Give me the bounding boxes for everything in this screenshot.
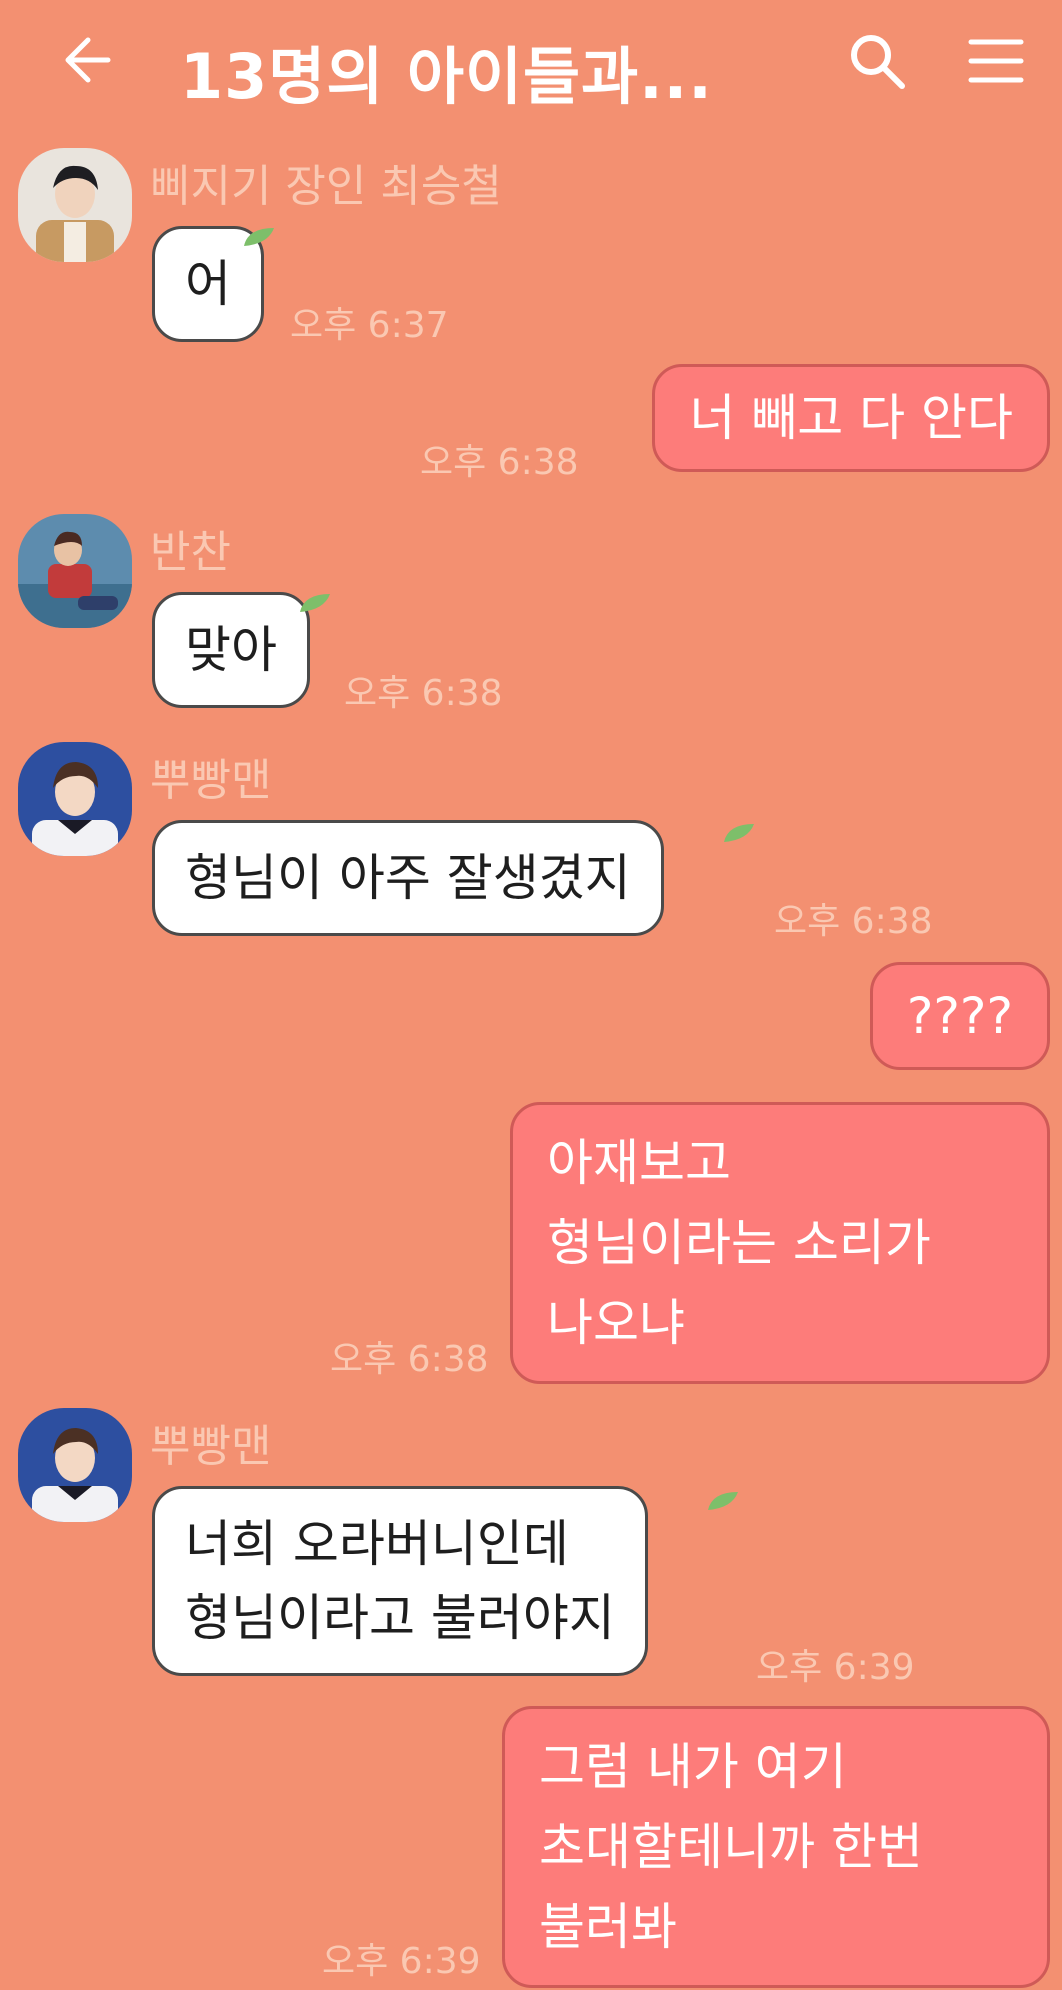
leaf-icon: [244, 228, 274, 246]
message-bubble[interactable]: 아재보고 형님이라는 소리가 나오냐: [510, 1102, 1050, 1384]
sender-name: 뿌빵맨: [150, 1421, 272, 1472]
message-text-line: 초대할테니까 한번: [539, 1818, 923, 1876]
message-text-line: 너희 오라버니인데: [185, 1515, 569, 1573]
menu-button[interactable]: [968, 36, 1024, 86]
message-text: 형님이 아주 잘생겼지: [185, 849, 631, 907]
message-bubble[interactable]: 그럼 내가 여기 초대할테니까 한번 불러봐: [502, 1706, 1050, 1988]
avatar[interactable]: [18, 148, 132, 262]
profile-photo: [18, 148, 132, 262]
avatar[interactable]: [18, 742, 132, 856]
message-text-line: 형님이라는 소리가: [547, 1214, 931, 1272]
avatar[interactable]: [18, 514, 132, 628]
message-bubble[interactable]: ????: [869, 962, 1050, 1070]
hamburger-menu-icon: [968, 39, 1024, 83]
message-text-line: 나오냐: [547, 1294, 685, 1352]
message-text-line: 아재보고: [547, 1134, 731, 1192]
message-time: 오후 6:37: [290, 305, 449, 346]
sender-name: 뿌빵맨: [150, 755, 272, 806]
profile-photo: [18, 1408, 132, 1522]
message-text: 어: [185, 255, 231, 313]
search-button[interactable]: [846, 30, 908, 92]
message-text-line: 그럼 내가 여기: [539, 1738, 847, 1796]
sender-name: 삐지기 장인 최승철: [150, 161, 502, 212]
leaf-icon: [724, 824, 754, 842]
message-time: 오후 6:38: [330, 1339, 489, 1380]
profile-photo: [18, 514, 132, 628]
message-bubble[interactable]: 형님이 아주 잘생겼지: [152, 820, 664, 936]
back-button[interactable]: [58, 30, 118, 90]
leaf-icon: [300, 594, 330, 612]
sender-name: 반찬: [150, 527, 231, 578]
message-text: ????: [906, 987, 1013, 1045]
message-text-line: 형님이라고 불러야지: [185, 1589, 615, 1647]
leaf-icon: [708, 1492, 738, 1510]
chat-header: 13명의 아이들과...: [0, 0, 1062, 130]
avatar[interactable]: [18, 1408, 132, 1522]
arrow-left-icon: [65, 37, 111, 83]
message-text: 너 빼고 다 안다: [689, 389, 1013, 447]
message-bubble[interactable]: 맞아: [152, 592, 310, 708]
message-text: 맞아: [185, 621, 277, 679]
search-icon: [851, 35, 905, 89]
message-time: 오후 6:39: [322, 1941, 481, 1982]
chat-room-title: 13명의 아이들과...: [180, 40, 713, 113]
message-time: 오후 6:38: [344, 673, 503, 714]
message-time: 오후 6:38: [420, 442, 579, 483]
message-bubble[interactable]: 너 빼고 다 안다: [652, 364, 1050, 472]
message-time: 오후 6:38: [774, 901, 933, 942]
message-text-line: 불러봐: [539, 1898, 677, 1956]
message-time: 오후 6:39: [756, 1647, 915, 1688]
profile-photo: [18, 742, 132, 856]
message-bubble[interactable]: 너희 오라버니인데 형님이라고 불러야지: [152, 1486, 648, 1676]
